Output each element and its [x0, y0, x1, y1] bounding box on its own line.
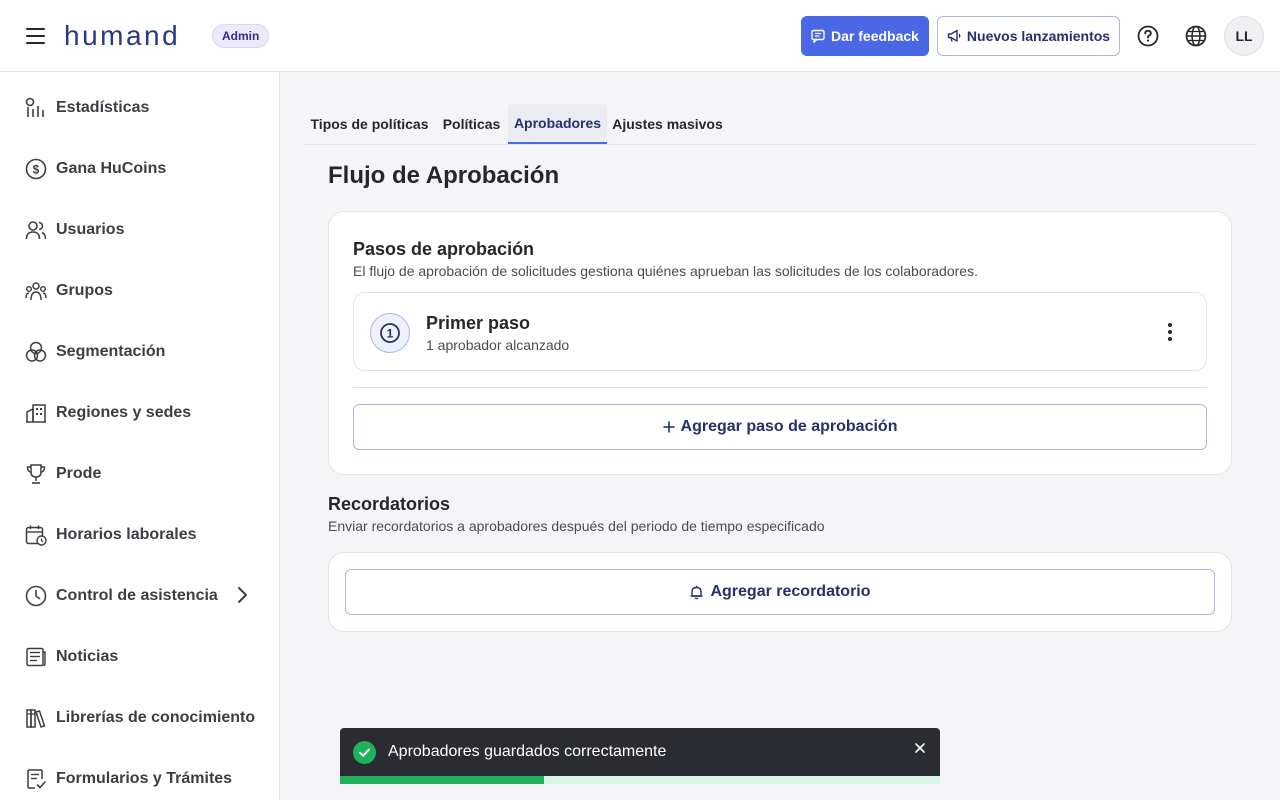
sidebar-item-grupos[interactable]: Grupos — [0, 260, 279, 321]
admin-badge: Admin — [212, 24, 270, 48]
coin-icon: $ — [25, 158, 47, 180]
megaphone-icon — [947, 29, 961, 42]
top-bar: humand Admin Dar feedback Nuevos lanzami… — [0, 0, 1280, 72]
approval-step: 1 Primer paso 1 aprobador alcanzado — [353, 292, 1207, 371]
feedback-label: Dar feedback — [831, 28, 919, 44]
help-icon[interactable] — [1132, 20, 1164, 52]
step-number: 1 — [387, 327, 394, 341]
trophy-icon — [25, 463, 47, 485]
sidebar-item-label: Gana HuCoins — [56, 159, 167, 177]
logo[interactable]: humand — [64, 20, 180, 52]
add-approval-step-button[interactable]: Agregar paso de aprobación — [353, 404, 1207, 450]
close-icon[interactable] — [913, 741, 927, 755]
sidebar-item-hucoins[interactable]: $ Gana HuCoins — [0, 138, 279, 199]
new-releases-label: Nuevos lanzamientos — [966, 28, 1111, 44]
more-options-icon[interactable] — [1160, 319, 1180, 345]
sidebar-item-label: Segmentación — [56, 342, 166, 360]
toast-progress-bar — [340, 776, 940, 784]
page-title: Flujo de Aprobación — [328, 162, 560, 189]
sidebar-item-label: Grupos — [56, 281, 113, 299]
reminders-card: Agregar recordatorio — [328, 552, 1232, 632]
add-reminder-label: Agregar recordatorio — [710, 583, 871, 600]
library-icon — [25, 707, 47, 729]
group-icon — [25, 280, 47, 302]
sidebar-item-prode[interactable]: Prode — [0, 443, 279, 504]
feedback-icon — [811, 29, 825, 43]
sidebar-item-label: Formularios y Trámites — [56, 769, 233, 787]
sidebar-item-usuarios[interactable]: Usuarios — [0, 199, 279, 260]
reminders-title: Recordatorios — [328, 494, 451, 514]
clock-icon — [25, 585, 47, 607]
newspaper-icon — [25, 646, 47, 668]
users-icon — [25, 219, 47, 241]
sidebar-item-librerias[interactable]: Librerías de conocimiento — [0, 687, 279, 748]
step-subtitle: 1 aprobador alcanzado — [426, 337, 570, 353]
approval-steps-card: Pasos de aprobación El flujo de aprobaci… — [328, 211, 1232, 475]
step-title: Primer paso — [426, 313, 531, 333]
sidebar-item-label: Control de asistencia — [56, 586, 218, 604]
tab-politicas[interactable]: Políticas — [435, 104, 508, 144]
segment-icon — [25, 341, 47, 363]
sidebar-item-label: Usuarios — [56, 220, 125, 238]
sidebar-item-label: Regiones y sedes — [56, 403, 192, 421]
globe-icon[interactable] — [1180, 20, 1212, 52]
sidebar-item-asistencia[interactable]: Control de asistencia — [0, 565, 279, 626]
feedback-button[interactable]: Dar feedback — [801, 16, 929, 56]
form-icon — [25, 768, 47, 790]
sidebar-item-label: Librerías de conocimiento — [56, 708, 256, 726]
svg-text:$: $ — [33, 162, 40, 176]
menu-icon[interactable] — [26, 28, 45, 44]
approval-steps-description: El flujo de aprobación de solicitudes ge… — [353, 263, 978, 279]
chevron-right-icon[interactable] — [236, 586, 248, 609]
tab-aprobadores[interactable]: Aprobadores — [508, 104, 607, 144]
avatar[interactable]: LL — [1224, 16, 1264, 56]
building-icon — [25, 402, 47, 424]
add-approval-step-label: Agregar paso de aprobación — [680, 418, 898, 435]
tab-ajustes-masivos[interactable]: Ajustes masivos — [607, 104, 728, 144]
divider — [353, 387, 1207, 388]
sidebar-item-segmentacion[interactable]: Segmentación — [0, 321, 279, 382]
add-reminder-button[interactable]: Agregar recordatorio — [345, 569, 1215, 615]
sidebar-item-formularios[interactable]: Formularios y Trámites — [0, 748, 279, 800]
reminders-description: Enviar recordatorios a aprobadores despu… — [328, 518, 825, 534]
sidebar-item-estadisticas[interactable]: Estadísticas — [0, 77, 279, 138]
bell-plus-icon — [690, 585, 703, 599]
check-circle-icon — [353, 741, 376, 764]
tab-tipos-de-politicas[interactable]: Tipos de políticas — [304, 104, 435, 144]
toast-message: Aprobadores guardados correctamente — [388, 743, 667, 760]
plus-icon — [663, 421, 675, 433]
chart-icon — [25, 97, 47, 119]
success-toast: Aprobadores guardados correctamente — [340, 728, 940, 784]
calendar-clock-icon — [25, 524, 47, 546]
sidebar-item-regiones[interactable]: Regiones y sedes — [0, 382, 279, 443]
sidebar-item-label: Prode — [56, 464, 102, 482]
sidebar-item-label: Horarios laborales — [56, 525, 197, 543]
new-releases-button[interactable]: Nuevos lanzamientos — [937, 16, 1120, 56]
approval-steps-title: Pasos de aprobación — [353, 239, 535, 259]
main-content: Tipos de políticas Políticas Aprobadores… — [280, 72, 1280, 800]
sidebar-item-noticias[interactable]: Noticias — [0, 626, 279, 687]
sidebar: Estadísticas $ Gana HuCoins Usuarios Gru… — [0, 72, 280, 800]
sidebar-item-label: Estadísticas — [56, 98, 150, 116]
tab-bar: Tipos de políticas Políticas Aprobadores… — [304, 104, 1256, 145]
step-number-icon: 1 — [370, 313, 410, 353]
toast-progress-fill — [340, 776, 544, 784]
sidebar-item-label: Noticias — [56, 647, 119, 665]
sidebar-item-horarios[interactable]: Horarios laborales — [0, 504, 279, 565]
